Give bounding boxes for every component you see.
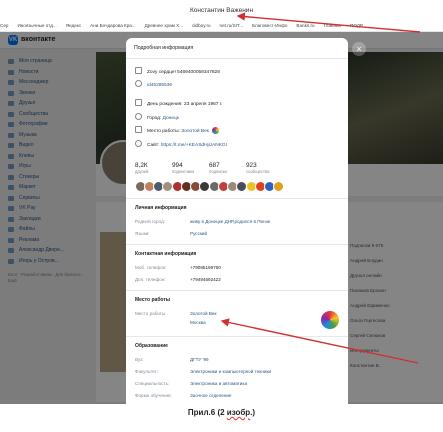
arrow-to-name (236, 12, 421, 33)
caption-prefix: Прил.6 (2 (187, 408, 227, 417)
arrow-to-workplace (220, 318, 419, 364)
caption-suffix: .) (250, 408, 256, 417)
caption-underlined: изобр (226, 408, 251, 417)
figure-caption: Прил.6 (2 изобр.) (0, 408, 443, 417)
annotation-arrows (220, 12, 421, 364)
